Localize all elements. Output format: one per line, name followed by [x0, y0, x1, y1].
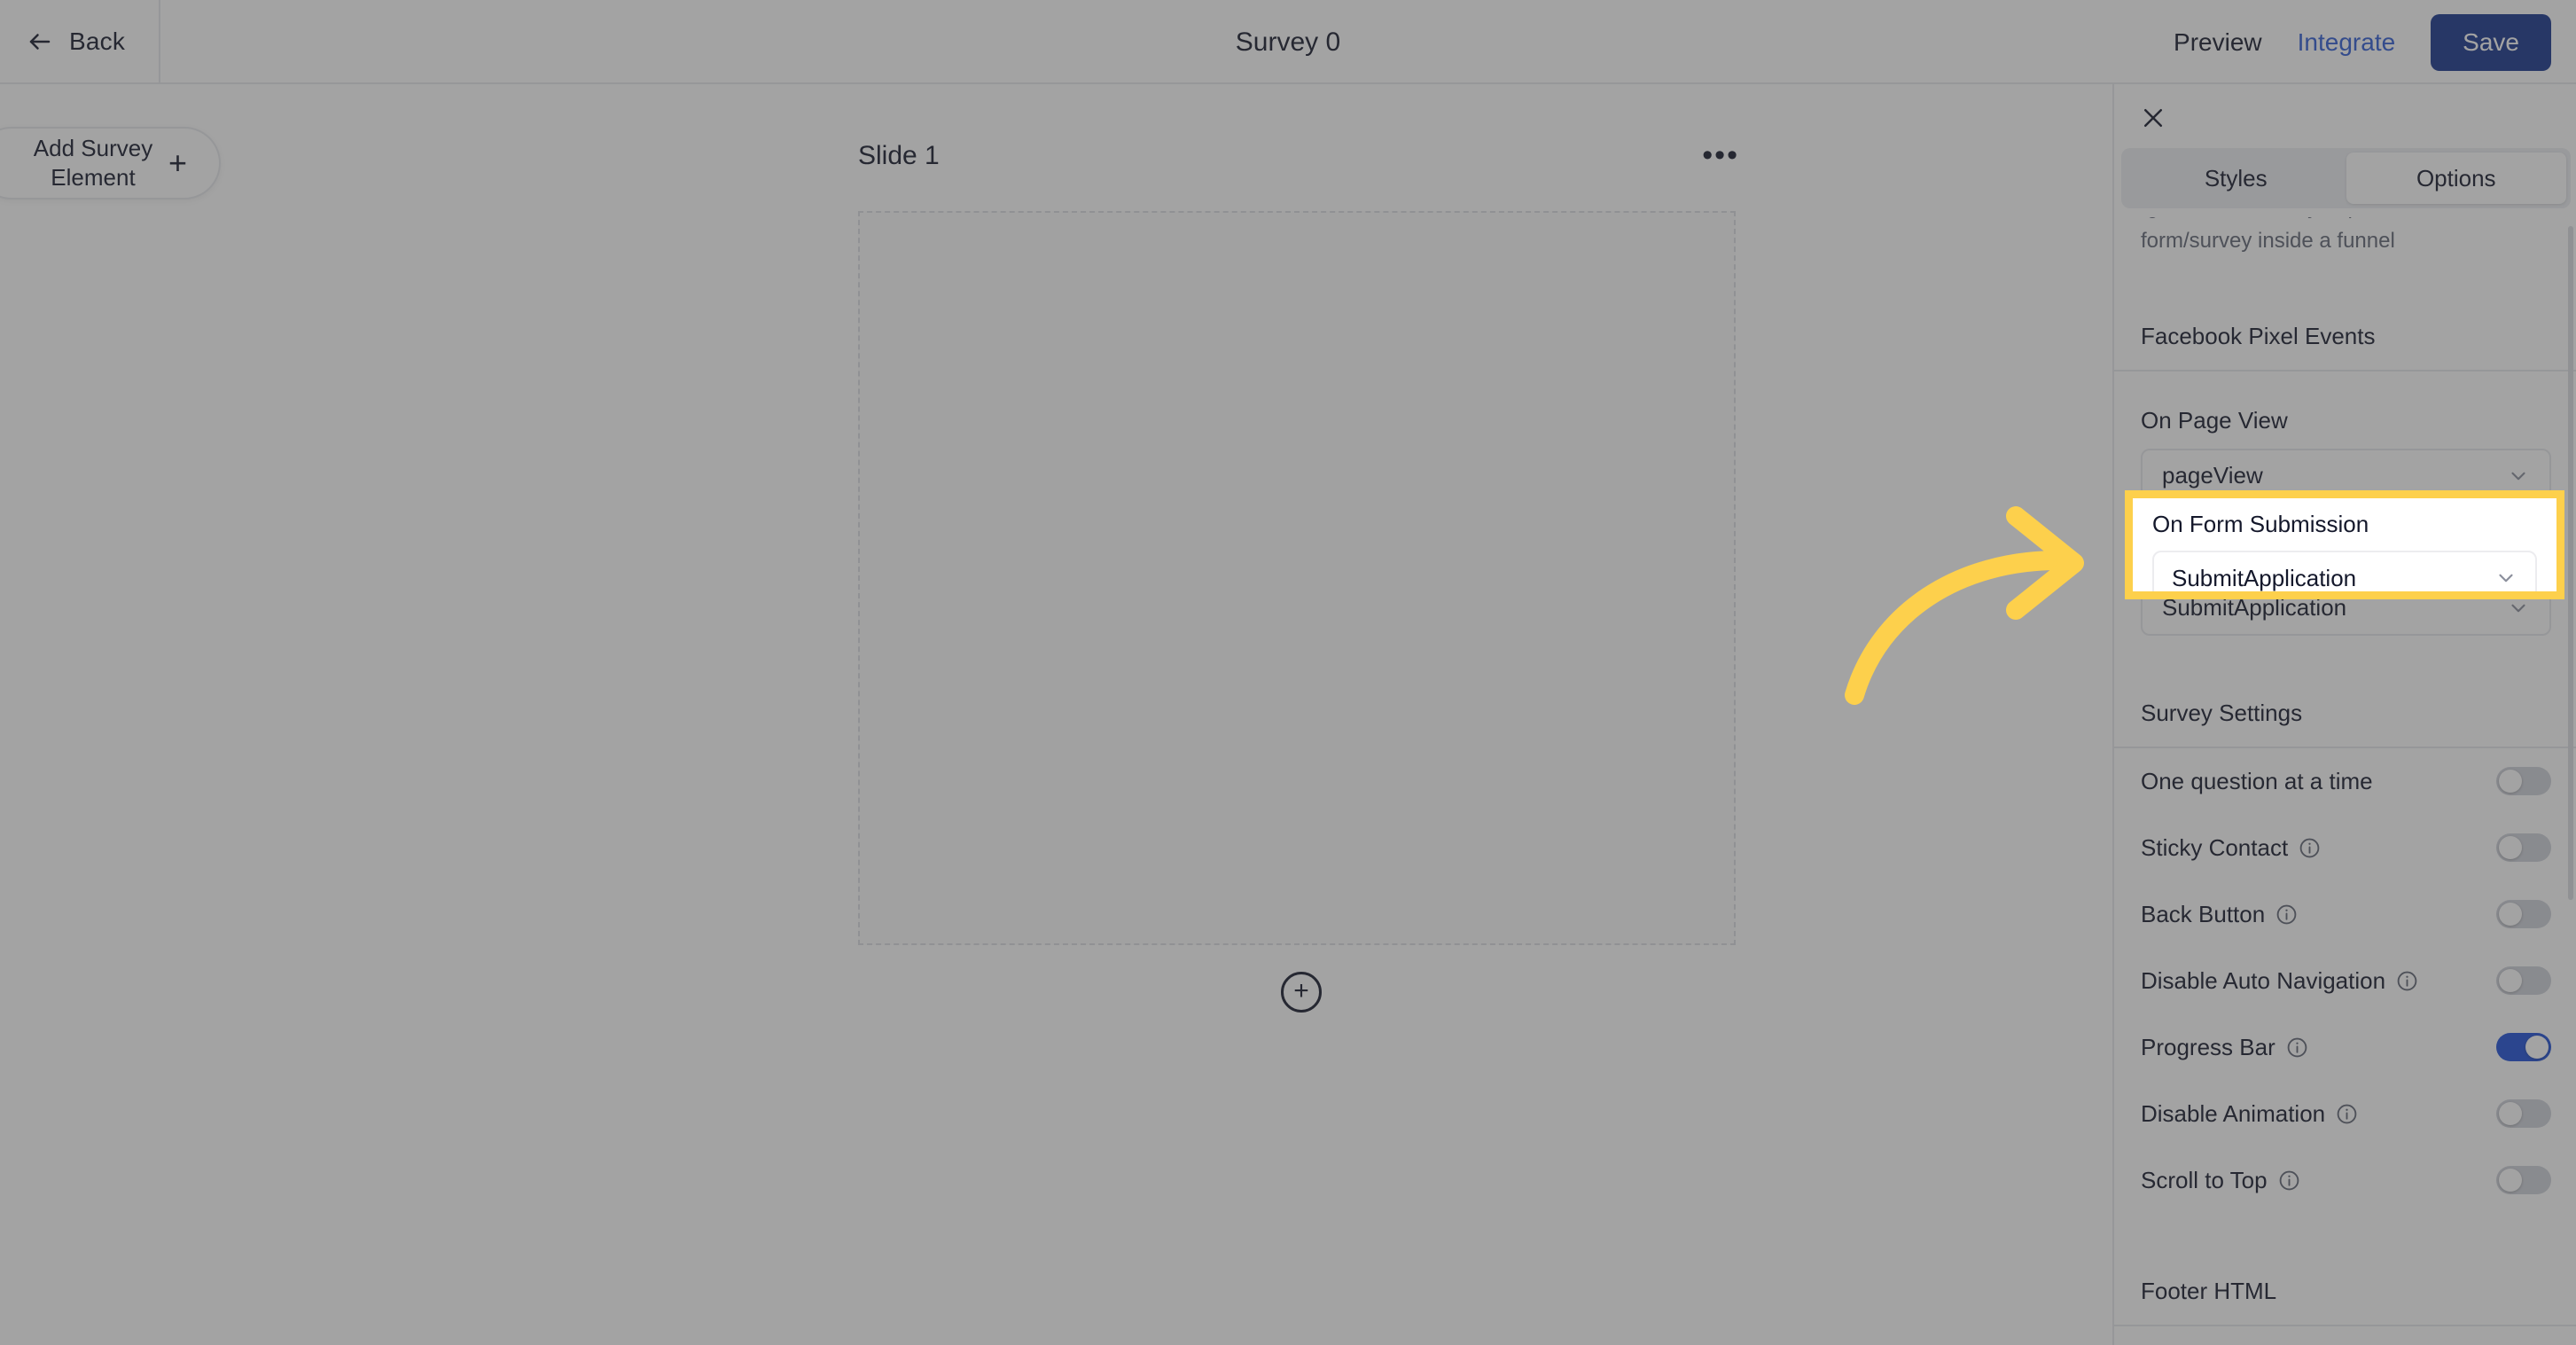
setting-label: Disable Auto Navigation [2141, 966, 2386, 994]
settings-panel: Styles Options Ignore this field if you … [2112, 84, 2576, 1345]
divider [2114, 1324, 2576, 1326]
save-button[interactable]: Save [2431, 13, 2551, 71]
add-survey-element-button[interactable]: Add Survey Element + [0, 127, 221, 199]
toggle-knob [2499, 1102, 2522, 1126]
tab-options[interactable]: Options [2346, 152, 2566, 204]
chevron-down-icon [2511, 604, 2525, 613]
setting-label-wrap: Disable Animation [2141, 1100, 2358, 1128]
survey-settings-toggle-list: One question at a time Sticky Contact Back… [2114, 748, 2576, 1214]
preview-button[interactable]: Preview [2174, 28, 2262, 57]
toggle-knob [2499, 1169, 2522, 1193]
setting-row-disable-animation: Disable Animation [2114, 1081, 2576, 1147]
toggle-knob [2499, 903, 2522, 927]
panel-tabs: Styles Options [2121, 148, 2571, 208]
highlight-field-label: On Form Submission [2152, 511, 2369, 537]
panel-scroll-body[interactable]: Ignore this field if you plan to use thi… [2114, 217, 2576, 1345]
setting-row-back-button: Back Button [2114, 881, 2576, 948]
arrow-left-icon [29, 33, 51, 50]
setting-label: Sticky Contact [2141, 833, 2289, 861]
tab-styles[interactable]: Styles [2126, 152, 2346, 204]
toggle-back-button[interactable] [2496, 900, 2551, 929]
slide-header: Slide 1 ••• [858, 133, 1745, 179]
back-button[interactable]: Back [0, 0, 160, 83]
toggle-one-question-at-a-time[interactable] [2496, 767, 2551, 796]
info-icon[interactable] [2336, 1103, 2358, 1125]
setting-label: Scroll to Top [2141, 1166, 2268, 1193]
highlighted-on-form-submission-field[interactable]: On Form Submission SubmitApplication [2125, 490, 2564, 599]
info-icon[interactable] [2286, 1036, 2308, 1059]
add-survey-element-label: Add Survey Element [33, 134, 153, 191]
toggle-progress-bar[interactable] [2496, 1033, 2551, 1062]
toggle-knob [2525, 1036, 2549, 1060]
facebook-pixel-events-heading: Facebook Pixel Events [2141, 322, 2376, 349]
toggle-knob [2499, 969, 2522, 993]
info-icon[interactable] [2275, 903, 2298, 926]
setting-label-wrap: Disable Auto Navigation [2141, 967, 2418, 995]
setting-row-sticky-contact: Sticky Contact [2114, 815, 2576, 881]
info-icon[interactable] [2299, 837, 2321, 859]
chevron-down-icon [2499, 574, 2513, 583]
setting-label: Progress Bar [2141, 1033, 2275, 1060]
back-label: Back [69, 27, 126, 55]
setting-row-one-question-at-a-time: One question at a time [2114, 748, 2576, 815]
setting-row-disable-auto-navigation: Disable Auto Navigation [2114, 948, 2576, 1014]
highlight-on-form-submission-select[interactable]: SubmitApplication [2152, 551, 2537, 591]
chevron-down-icon [2511, 472, 2525, 481]
add-slide-plus-icon: + [1293, 975, 1309, 1005]
app-root: Back Survey 0 Preview Integrate Save Add… [0, 0, 2576, 1345]
footer-html-heading: Footer HTML [2141, 1277, 2277, 1304]
setting-row-scroll-to-top: Scroll to Top [2114, 1147, 2576, 1214]
close-panel-button[interactable] [2135, 100, 2171, 136]
divider [2114, 369, 2576, 371]
info-icon[interactable] [2396, 970, 2418, 992]
highlight-on-form-submission-value: SubmitApplication [2172, 564, 2357, 591]
toggle-disable-animation[interactable] [2496, 1099, 2551, 1129]
setting-label-wrap: Sticky Contact [2141, 834, 2321, 862]
plus-icon: + [168, 145, 187, 181]
setting-label-wrap: One question at a time [2141, 768, 2373, 795]
on-page-view-label: On Page View [2141, 406, 2288, 434]
top-bar-actions: Preview Integrate Save [2174, 0, 2551, 84]
survey-settings-heading: Survey Settings [2141, 699, 2303, 726]
toggle-knob [2499, 836, 2522, 860]
on-page-view-value: pageView [2162, 462, 2263, 489]
funnel-hint-text: Ignore this field if you plan to use thi… [2141, 217, 2491, 254]
integrate-button[interactable]: Integrate [2298, 28, 2396, 57]
slide-canvas-column: Slide 1 ••• + [858, 133, 1745, 1013]
panel-scrollbar[interactable] [2568, 226, 2573, 900]
toggle-sticky-contact[interactable] [2496, 833, 2551, 863]
setting-label: One question at a time [2141, 767, 2373, 794]
setting-row-progress-bar: Progress Bar [2114, 1014, 2576, 1081]
on-page-view-field: On Page View pageView [2114, 407, 2576, 504]
survey-builder-app: Back Survey 0 Preview Integrate Save Add… [0, 0, 2576, 1345]
setting-label-wrap: Back Button [2141, 901, 2298, 928]
info-icon[interactable] [2278, 1169, 2300, 1192]
slide-overflow-menu-icon[interactable]: ••• [1697, 140, 1745, 171]
setting-label-wrap: Progress Bar [2141, 1034, 2308, 1061]
slide-drop-area[interactable] [858, 211, 1736, 945]
close-icon [2144, 109, 2162, 127]
setting-label-wrap: Scroll to Top [2141, 1167, 2300, 1194]
top-bar: Back Survey 0 Preview Integrate Save [0, 0, 2576, 84]
setting-label: Disable Animation [2141, 1099, 2326, 1127]
toggle-disable-auto-navigation[interactable] [2496, 966, 2551, 996]
setting-label: Back Button [2141, 900, 2266, 927]
toggle-scroll-to-top[interactable] [2496, 1166, 2551, 1195]
add-slide-button[interactable]: + [1281, 972, 1322, 1013]
slide-title: Slide 1 [858, 141, 940, 170]
toggle-knob [2499, 770, 2522, 794]
